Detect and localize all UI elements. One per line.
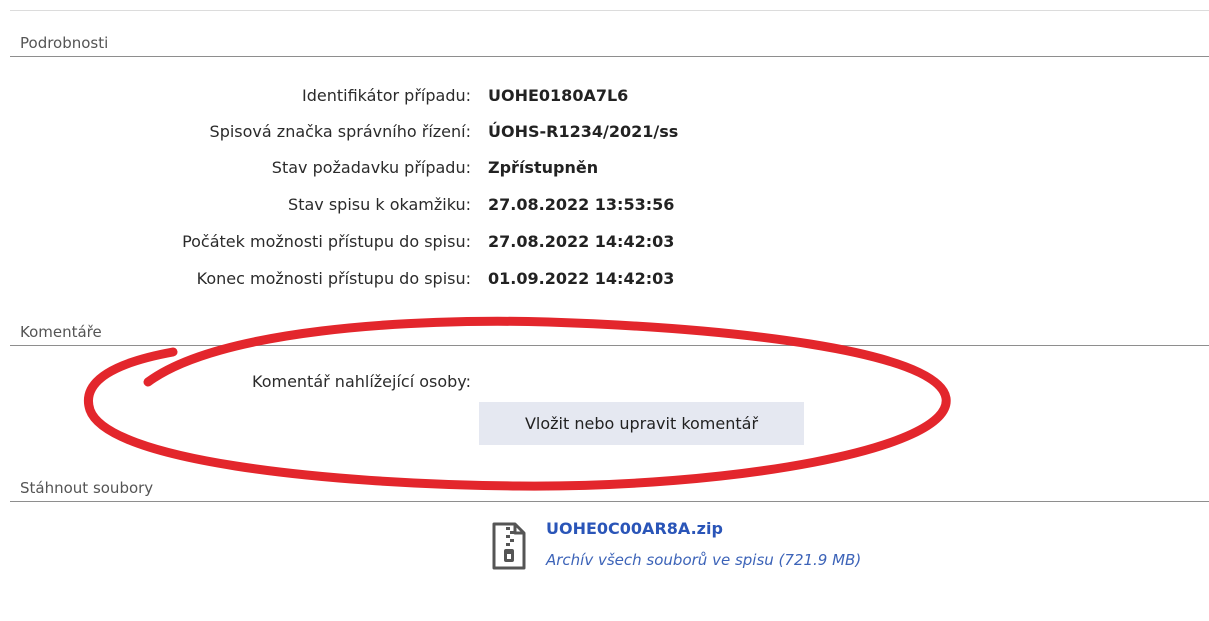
detail-label: Stav požadavku případu: — [271, 158, 471, 177]
detail-value: ÚOHS-R1234/2021/ss — [488, 122, 679, 141]
detail-label: Identifikátor případu: — [302, 86, 471, 105]
detail-row-file-mark: Spisová značka správního řízení: ÚOHS-R1… — [0, 122, 1209, 146]
detail-value: 27.08.2022 13:53:56 — [488, 195, 675, 214]
section-title-download: Stáhnout soubory — [20, 479, 154, 497]
comment-label: Komentář nahlížející osoby: — [252, 372, 471, 391]
detail-value: Zpřístupněn — [488, 158, 599, 177]
detail-value: 01.09.2022 14:42:03 — [488, 269, 675, 288]
zip-file-icon — [492, 522, 526, 570]
edit-comment-button[interactable]: Vložit nebo upravit komentář — [479, 402, 804, 445]
detail-value: UOHE0180A7L6 — [488, 86, 629, 105]
section-title-details: Podrobnosti — [20, 34, 109, 52]
detail-row-file-state-time: Stav spisu k okamžiku: 27.08.2022 13:53:… — [0, 195, 1209, 219]
detail-row-access-start: Počátek možnosti přístupu do spisu: 27.0… — [0, 232, 1209, 256]
zip-file-description: Archív všech souborů ve spisu (721.9 MB) — [546, 551, 862, 569]
detail-label: Počátek možnosti přístupu do spisu: — [182, 232, 471, 251]
section-header-details: Podrobnosti — [10, 31, 1209, 57]
section-header-comments: Komentáře — [10, 320, 1209, 346]
detail-row-request-state: Stav požadavku případu: Zpřístupněn — [0, 158, 1209, 182]
detail-row-case-id: Identifikátor případu: UOHE0180A7L6 — [0, 86, 1209, 110]
section-header-download: Stáhnout soubory — [10, 476, 1209, 502]
top-divider — [10, 10, 1209, 11]
detail-row-access-end: Konec možnosti přístupu do spisu: 01.09.… — [0, 269, 1209, 293]
section-title-comments: Komentáře — [20, 323, 102, 341]
detail-label: Spisová značka správního řízení: — [209, 122, 471, 141]
detail-value: 27.08.2022 14:42:03 — [488, 232, 675, 251]
detail-label: Stav spisu k okamžiku: — [288, 195, 471, 214]
zip-download-link[interactable]: UOHE0C00AR8A.zip — [546, 519, 723, 538]
detail-label: Konec možnosti přístupu do spisu: — [196, 269, 471, 288]
